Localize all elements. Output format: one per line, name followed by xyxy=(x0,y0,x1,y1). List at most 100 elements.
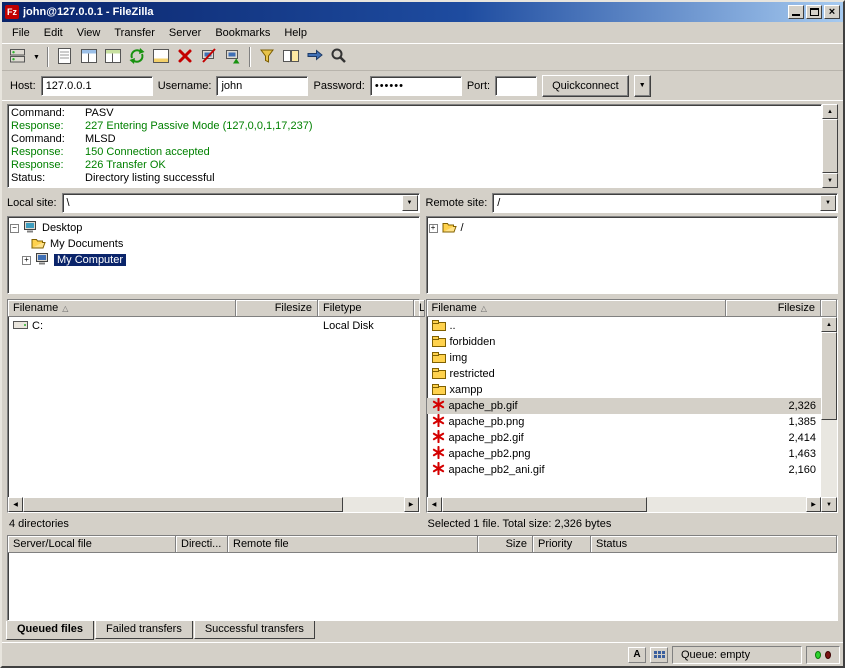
tree-item-desktop[interactable]: − Desktop xyxy=(10,220,417,236)
local-file-list: Filename△ Filesize Filetype L C: Local D… xyxy=(7,299,420,513)
filter-button[interactable] xyxy=(255,46,279,69)
synchronized-browsing-button[interactable] xyxy=(303,46,327,69)
remote-file-row[interactable]: apache_pb2.png 1,463 xyxy=(427,446,822,462)
remote-vertical-scrollbar[interactable]: ▲ ▼ xyxy=(821,317,837,512)
folder-icon xyxy=(432,351,446,366)
queue-header: Server/Local file Directi... Remote file… xyxy=(8,536,837,553)
tree-collapse-icon[interactable]: − xyxy=(10,224,19,233)
transfer-type-icon: A xyxy=(628,647,646,663)
column-header-size[interactable]: Size xyxy=(478,536,533,553)
scrollbar-thumb[interactable] xyxy=(822,119,838,173)
toolbar-separator xyxy=(249,47,251,67)
toggle-message-log-button[interactable] xyxy=(53,46,77,69)
remote-file-row[interactable]: img xyxy=(427,350,822,366)
reconnect-button[interactable] xyxy=(221,46,245,69)
column-header-filename[interactable]: Filename△ xyxy=(8,300,236,317)
tab-queued-files[interactable]: Queued files xyxy=(6,621,94,640)
local-file-row[interactable]: C: Local Disk xyxy=(8,318,419,334)
remote-file-row[interactable]: apache_pb2.gif 2,414 xyxy=(427,430,822,446)
cancel-icon xyxy=(176,47,194,68)
queue-tabs: Queued files Failed transfers Successful… xyxy=(2,621,843,642)
quickconnect-button[interactable]: Quickconnect xyxy=(542,75,629,97)
menu-server[interactable]: Server xyxy=(162,24,208,42)
tab-failed-transfers[interactable]: Failed transfers xyxy=(95,621,193,639)
tree-item-root[interactable]: + / xyxy=(429,220,836,236)
menu-view[interactable]: View xyxy=(70,24,108,42)
quickconnect-bar: Host: Username: Password: Port: Quickcon… xyxy=(2,71,843,101)
site-manager-dropdown-button[interactable]: ▼ xyxy=(30,46,43,69)
tree-item-my-documents[interactable]: My Documents xyxy=(10,236,417,252)
password-input[interactable] xyxy=(370,76,462,96)
local-horizontal-scrollbar[interactable]: ◀ ▶ xyxy=(8,497,419,512)
column-header-server-local-file[interactable]: Server/Local file xyxy=(8,536,176,553)
tree-expand-icon[interactable]: + xyxy=(429,224,438,233)
remote-site-row: Remote site: / ▼ xyxy=(426,192,839,214)
find-files-button[interactable] xyxy=(327,46,351,69)
scroll-up-icon[interactable]: ▲ xyxy=(822,104,838,119)
combo-dropdown-button[interactable]: ▼ xyxy=(820,195,836,211)
remote-horizontal-scrollbar[interactable]: ◀ ▶ xyxy=(427,497,822,512)
column-header-remote-file[interactable]: Remote file xyxy=(228,536,478,553)
directory-comparison-button[interactable] xyxy=(279,46,303,69)
remote-file-list: Filename△ Filesize .. forbidden xyxy=(426,299,839,513)
scrollbar-thumb[interactable] xyxy=(23,497,343,512)
menu-bookmarks[interactable]: Bookmarks xyxy=(208,24,277,42)
sort-ascending-icon: △ xyxy=(481,304,487,313)
maximize-button[interactable] xyxy=(806,5,822,19)
close-button[interactable]: × xyxy=(824,5,840,19)
remote-file-row[interactable]: .. xyxy=(427,318,822,334)
remote-file-row[interactable]: restricted xyxy=(427,366,822,382)
column-header-last-modified[interactable]: L xyxy=(414,300,425,317)
scroll-left-icon[interactable]: ◀ xyxy=(8,497,23,512)
toggle-local-tree-button[interactable] xyxy=(77,46,101,69)
column-header-filesize[interactable]: Filesize xyxy=(236,300,318,317)
tab-successful-transfers[interactable]: Successful transfers xyxy=(194,621,315,639)
toggle-queue-button[interactable] xyxy=(149,46,173,69)
activity-indicator xyxy=(806,646,840,664)
scroll-left-icon[interactable]: ◀ xyxy=(427,497,442,512)
scroll-right-icon[interactable]: ▶ xyxy=(806,497,821,512)
column-header-filesize[interactable]: Filesize xyxy=(726,300,821,317)
remote-file-row[interactable]: apache_pb.png 1,385 xyxy=(427,414,822,430)
remote-file-row[interactable]: forbidden xyxy=(427,334,822,350)
titlebar[interactable]: Fz john@127.0.0.1 - FileZilla × xyxy=(2,2,843,22)
remote-file-row[interactable]: apache_pb2_ani.gif 2,160 xyxy=(427,462,822,478)
toggle-remote-tree-button[interactable] xyxy=(101,46,125,69)
sort-ascending-icon: △ xyxy=(62,304,68,313)
menu-edit[interactable]: Edit xyxy=(37,24,70,42)
cancel-button[interactable] xyxy=(173,46,197,69)
quickconnect-dropdown-button[interactable]: ▼ xyxy=(634,75,651,97)
tree-expand-icon[interactable]: + xyxy=(22,256,31,265)
log-scrollbar[interactable]: ▲ ▼ xyxy=(822,104,838,188)
menu-file[interactable]: File xyxy=(5,24,37,42)
disconnect-button[interactable] xyxy=(197,46,221,69)
column-header-direction[interactable]: Directi... xyxy=(176,536,228,553)
remote-file-row[interactable]: xampp xyxy=(427,382,822,398)
scroll-right-icon[interactable]: ▶ xyxy=(404,497,419,512)
minimize-icon xyxy=(792,14,800,16)
host-input[interactable] xyxy=(41,76,153,96)
remote-site-combobox[interactable]: / ▼ xyxy=(492,193,838,213)
site-manager-button[interactable] xyxy=(6,46,30,69)
menu-help[interactable]: Help xyxy=(277,24,314,42)
column-header-filename[interactable]: Filename△ xyxy=(427,300,727,317)
scrollbar-thumb[interactable] xyxy=(442,497,647,512)
image-file-icon xyxy=(432,446,445,462)
remote-file-row-selected[interactable]: apache_pb.gif 2,326 xyxy=(427,398,822,414)
scroll-down-icon[interactable]: ▼ xyxy=(822,173,838,188)
column-header-priority[interactable]: Priority xyxy=(533,536,591,553)
column-header-status[interactable]: Status xyxy=(591,536,837,553)
local-site-combobox[interactable]: \ ▼ xyxy=(62,193,420,213)
column-header-filetype[interactable]: Filetype xyxy=(318,300,414,317)
menu-transfer[interactable]: Transfer xyxy=(107,24,162,42)
tree-item-my-computer[interactable]: + My Computer xyxy=(10,252,417,268)
username-input[interactable] xyxy=(216,76,308,96)
combo-dropdown-button[interactable]: ▼ xyxy=(402,195,418,211)
scroll-down-icon[interactable]: ▼ xyxy=(821,497,837,512)
minimize-button[interactable] xyxy=(788,5,804,19)
port-input[interactable] xyxy=(495,76,537,96)
scrollbar-thumb[interactable] xyxy=(821,332,837,420)
compare-icon xyxy=(282,47,300,68)
scroll-up-icon[interactable]: ▲ xyxy=(821,317,837,332)
refresh-button[interactable] xyxy=(125,46,149,69)
